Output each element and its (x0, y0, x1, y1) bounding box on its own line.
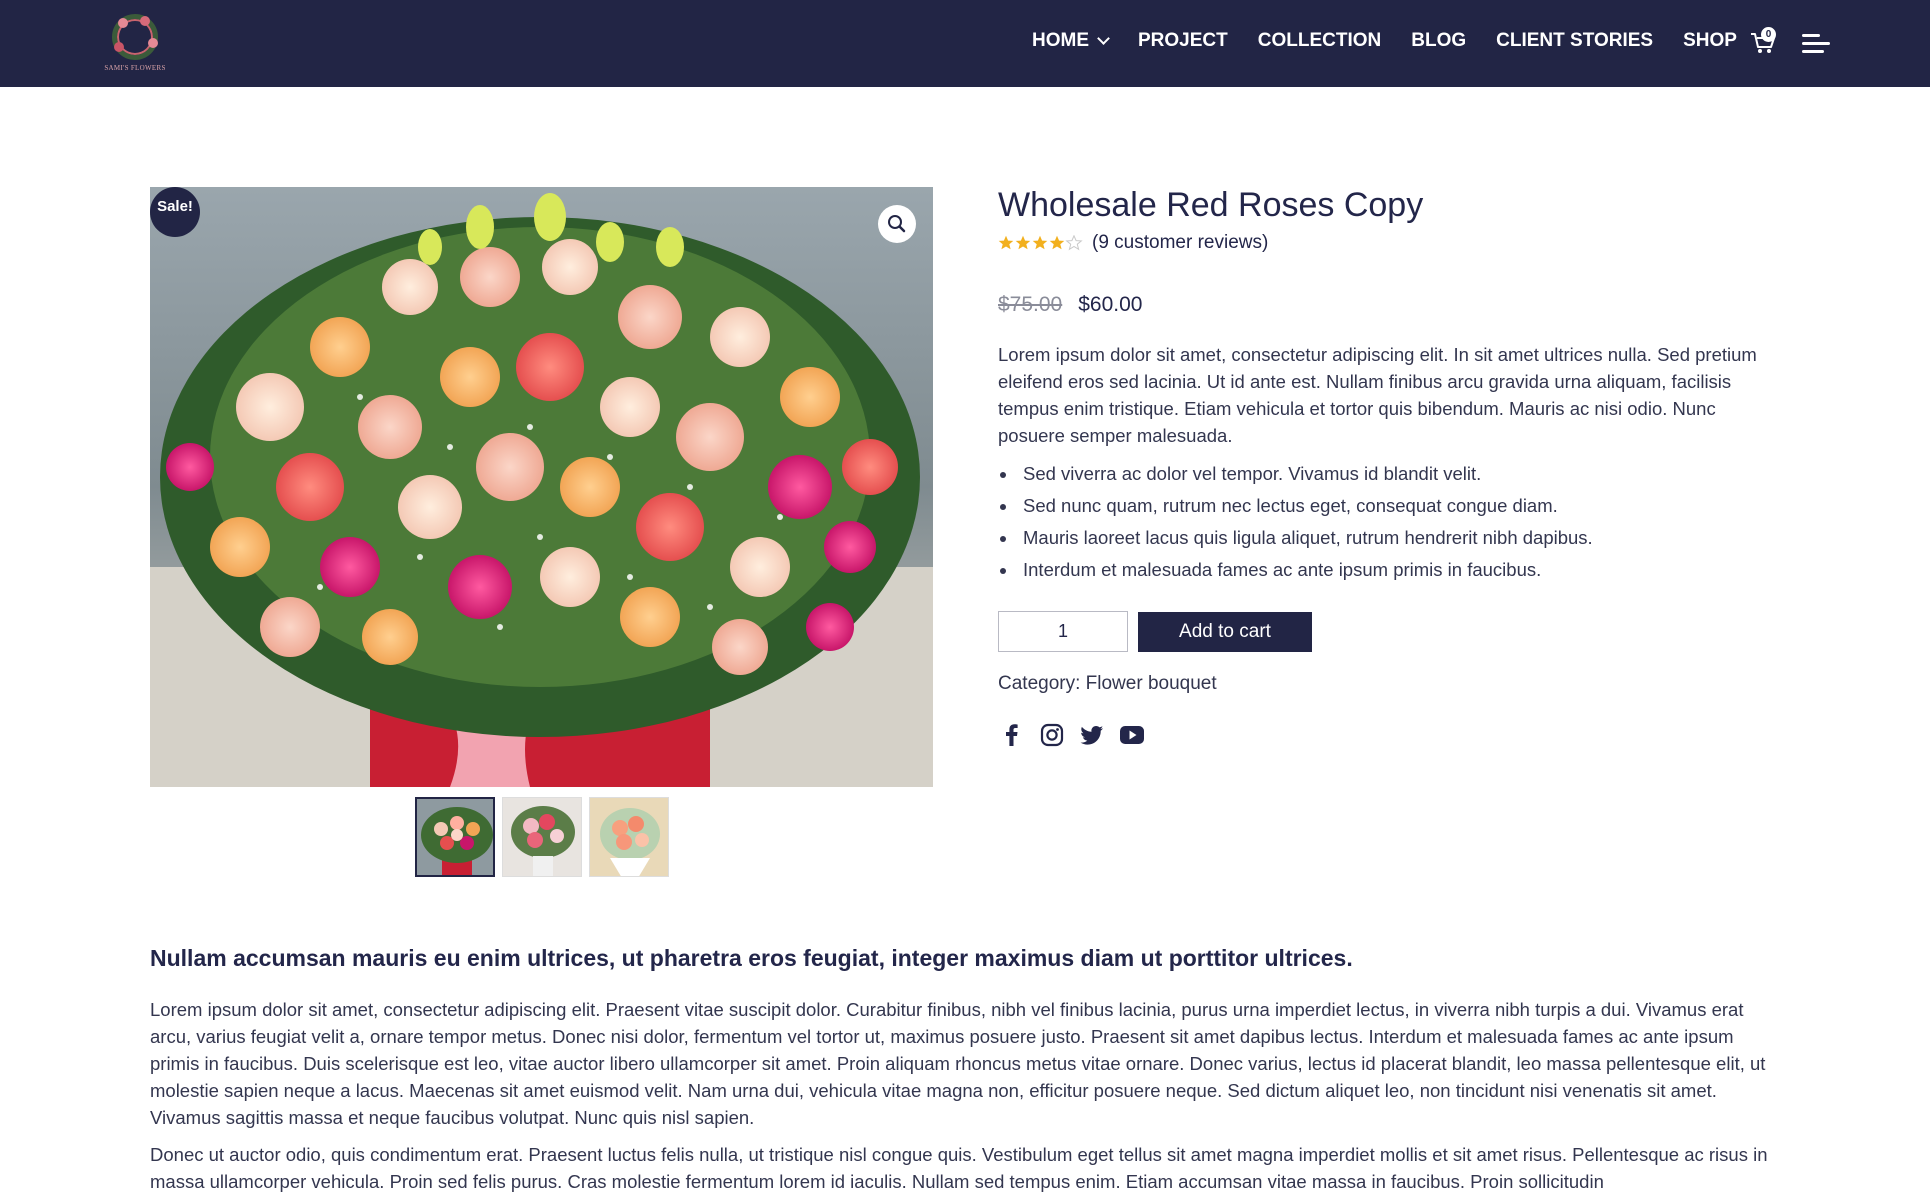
category-label: Category: (998, 673, 1081, 694)
sale-badge: Sale! (150, 187, 200, 237)
feature-item: Mauris laoreet lacus quis ligula aliquet… (998, 522, 1783, 554)
logo-flower (148, 38, 158, 48)
nav-item-client-stories[interactable]: CLIENT STORIES (1496, 30, 1653, 52)
thumbnail-1[interactable] (415, 797, 495, 877)
nav-item-shop[interactable]: SHOP (1683, 30, 1737, 52)
feature-list: Sed viverra ac dolor vel tempor. Vivamus… (998, 458, 1783, 586)
nav-item-home[interactable]: HOME (1032, 30, 1110, 52)
product-price: $75.00 $60.00 (998, 293, 1142, 317)
nav-item-label: COLLECTION (1257, 30, 1382, 51)
menu-toggle-button[interactable] (1802, 34, 1830, 54)
description-paragraph: Donec ut auctor odio, quis condimentum e… (150, 1144, 1768, 1192)
menu-line (1802, 34, 1820, 37)
nav-item-label: PROJECT (1138, 30, 1228, 51)
star-rating-icon (998, 235, 1083, 251)
thumbnail-2[interactable] (502, 797, 582, 877)
product-category: Category: Flower bouquet (998, 673, 1217, 695)
flower-bouquet-image (150, 187, 933, 787)
nav-item-collection[interactable]: COLLECTION (1258, 30, 1382, 52)
site-header: SAMI'S FLOWERS HOME PROJECT COLLECTION B… (0, 0, 1930, 87)
feature-item: Sed viverra ac dolor vel tempor. Vivamus… (998, 458, 1783, 490)
thumbnail-3[interactable] (589, 797, 669, 877)
magnifier-icon (888, 215, 906, 233)
feature-item: Interdum et malesuada fames ac ante ipsu… (998, 554, 1783, 586)
chevron-down-icon (1097, 32, 1110, 45)
nav-item-label: SHOP (1683, 30, 1737, 51)
star-filled (1049, 235, 1065, 250)
logo-flower (118, 18, 128, 28)
logo-text: SAMI'S FLOWERS (104, 64, 166, 72)
main-nav: HOME PROJECT COLLECTION BLOG CLIENT STOR… (1032, 30, 1767, 52)
add-to-cart-button[interactable]: Add to cart (1138, 612, 1312, 652)
star-filled (1032, 235, 1048, 250)
short-description: Lorem ipsum dolor sit amet, consectetur … (998, 344, 1757, 446)
star-filled (1015, 235, 1031, 250)
thumbnail-image (417, 799, 493, 875)
description-heading: Nullam accumsan mauris eu enim ultrices,… (150, 945, 1353, 971)
cart-count-badge: 0 (1761, 27, 1776, 42)
description-paragraph: Lorem ipsum dolor sit amet, consectetur … (150, 999, 1766, 1128)
category-link[interactable]: Flower bouquet (1086, 673, 1217, 694)
quantity-input[interactable] (998, 611, 1128, 652)
thumbnail-strip (415, 797, 676, 877)
instagram-icon[interactable] (1038, 721, 1066, 749)
menu-line (1802, 50, 1824, 53)
product-main-image[interactable] (150, 187, 933, 787)
menu-line (1802, 42, 1830, 45)
product-title: Wholesale Red Roses Copy (998, 186, 1424, 224)
nav-item-label: BLOG (1411, 30, 1467, 51)
customer-reviews-link[interactable]: (9 customer reviews) (1092, 232, 1268, 254)
product-rating: (9 customer reviews) (998, 232, 1268, 254)
site-logo[interactable]: SAMI'S FLOWERS (100, 12, 170, 74)
thumbnail-image (590, 798, 668, 876)
thumbnail-image (503, 798, 581, 876)
facebook-icon[interactable] (998, 721, 1026, 749)
nav-item-label: HOME (1032, 30, 1089, 51)
nav-item-blog[interactable]: BLOG (1411, 30, 1466, 52)
youtube-icon[interactable] (1118, 721, 1146, 749)
star-filled (998, 235, 1014, 250)
logo-flower (114, 42, 124, 52)
social-share (998, 721, 1158, 749)
zoom-button[interactable] (878, 205, 916, 243)
star-empty (1065, 235, 1083, 251)
feature-item: Sed nunc quam, rutrum nec lectus eget, c… (998, 490, 1783, 522)
old-price: $75.00 (998, 293, 1063, 316)
twitter-icon[interactable] (1078, 721, 1106, 749)
nav-item-label: CLIENT STORIES (1496, 30, 1654, 51)
nav-item-project[interactable]: PROJECT (1138, 30, 1228, 52)
sale-price: $60.00 (1078, 293, 1143, 316)
logo-flower (140, 16, 150, 26)
